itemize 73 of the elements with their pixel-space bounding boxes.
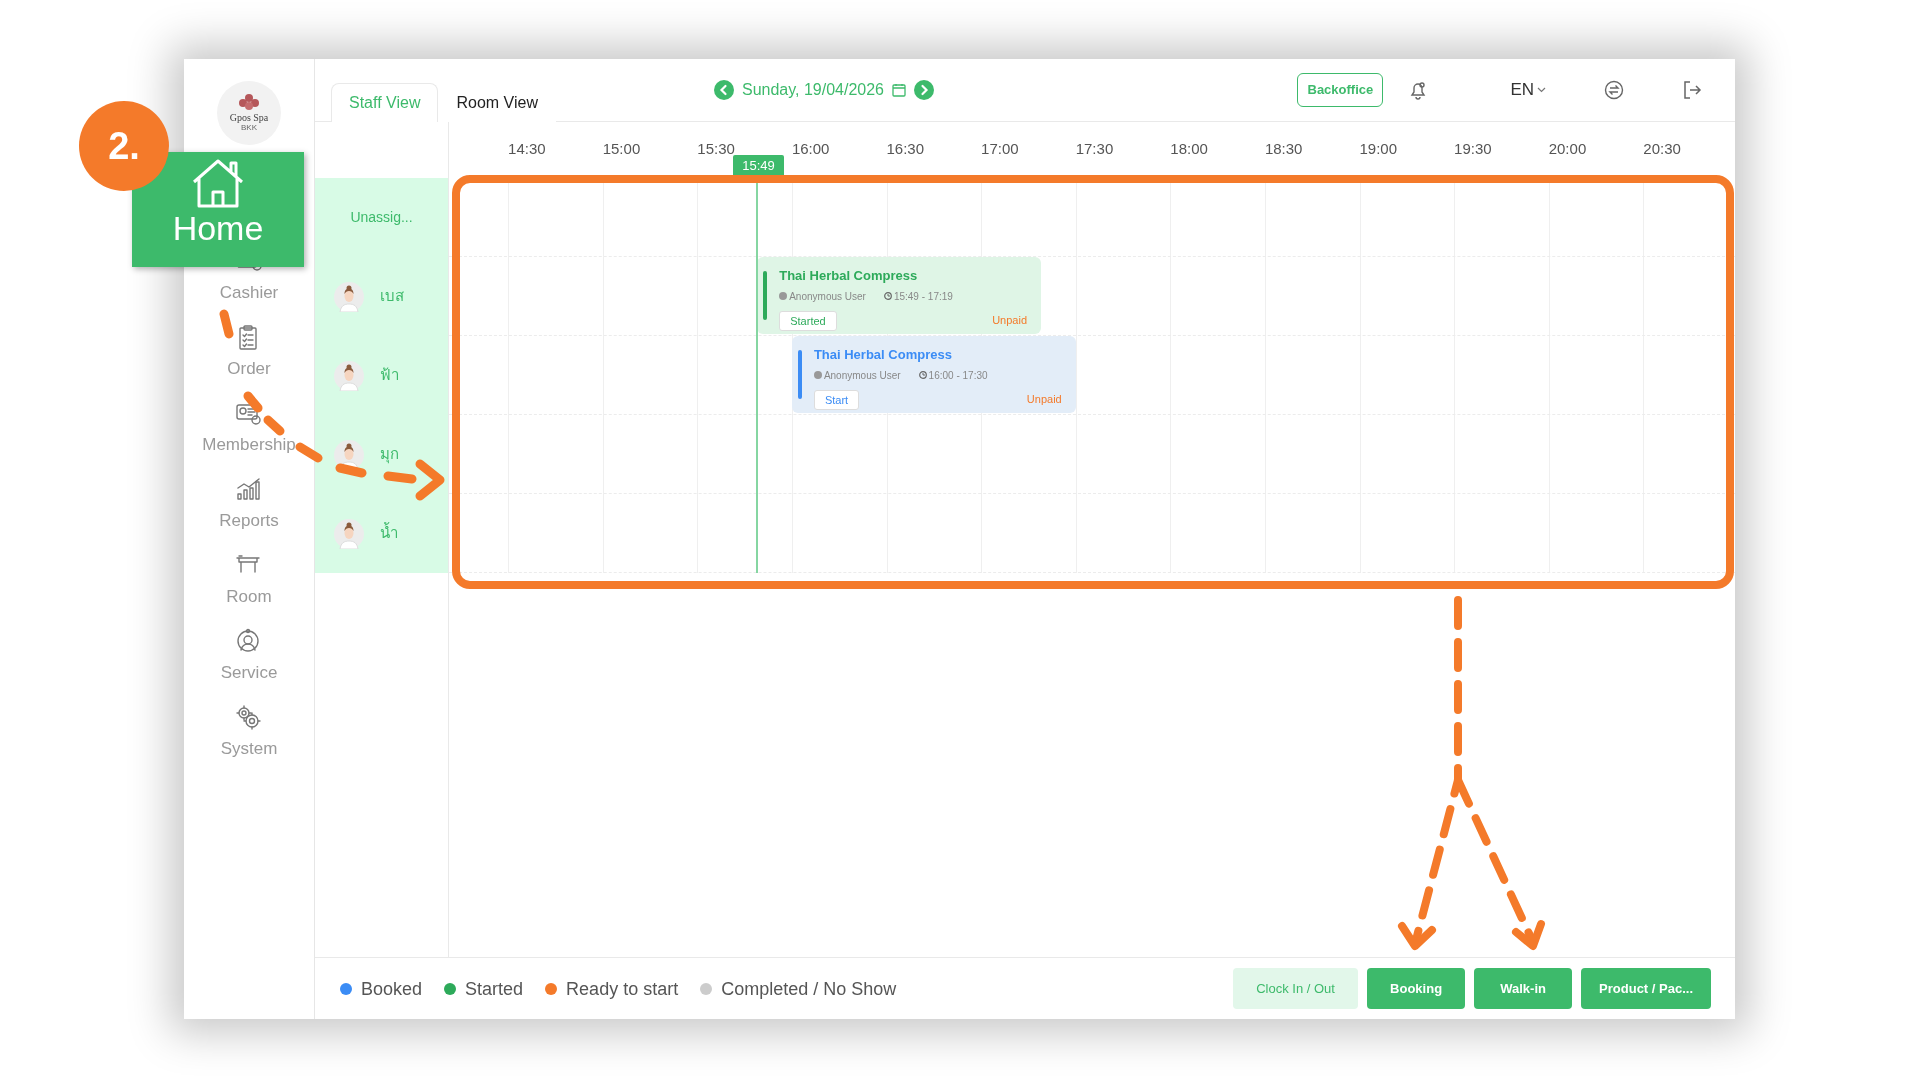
clock-icon — [918, 371, 927, 379]
sidebar-item-label[interactable]: Order — [227, 356, 271, 382]
payment-status: Unpaid — [992, 312, 1027, 328]
step-badge: 2. — [79, 101, 169, 191]
booking-title: Thai Herbal Compress — [779, 267, 919, 285]
current-time-marker: 15:49 — [733, 155, 784, 177]
time-label: 20:00 — [1548, 140, 1587, 158]
time-label: 18:30 — [1264, 140, 1303, 158]
language-selector[interactable]: EN — [1510, 77, 1546, 103]
time-label: 17:00 — [981, 140, 1019, 158]
swap-icon[interactable] — [1604, 80, 1624, 100]
legend-label: Started — [465, 977, 524, 1000]
gears-icon[interactable] — [235, 704, 263, 733]
status-button[interactable]: Start — [813, 389, 860, 410]
status-button[interactable]: Started — [779, 310, 837, 331]
avatar — [334, 439, 364, 470]
action-button[interactable]: Product / Pac... — [1581, 968, 1711, 1009]
status-bar — [763, 271, 768, 320]
sidebar-item-label[interactable]: Membership — [202, 432, 296, 458]
time-label: 16:00 — [791, 140, 830, 158]
unassigned-label: Unassig... — [350, 208, 413, 227]
logout-icon[interactable] — [1682, 80, 1702, 100]
language-label: EN — [1510, 79, 1534, 102]
time-label: 15:30 — [697, 140, 735, 158]
staff-name: มุก — [380, 444, 399, 466]
action-button[interactable]: Booking — [1367, 968, 1466, 1009]
user-dot-icon — [779, 292, 788, 300]
time-label: 19:00 — [1359, 140, 1398, 158]
time-label: 19:30 — [1454, 140, 1492, 158]
tab[interactable]: Staff View — [331, 83, 439, 122]
staff-name: ฟ้า — [380, 365, 399, 386]
backoffice-button[interactable]: Backoffice — [1297, 73, 1384, 107]
sidebar-item-label[interactable]: Room — [226, 584, 272, 610]
avatar — [334, 360, 364, 391]
action-button[interactable]: Clock In / Out — [1233, 968, 1359, 1009]
user-dot-icon — [813, 371, 822, 379]
time-label: 14:30 — [508, 140, 546, 158]
status-bar — [797, 350, 802, 399]
action-button[interactable]: Walk-in — [1474, 968, 1573, 1009]
legend-label: Booked — [361, 977, 423, 1000]
sidebar-item-label[interactable]: Reports — [219, 508, 279, 534]
sidebar-item-label[interactable]: System — [220, 736, 278, 762]
booking-time: 16:00 - 17:30 — [918, 367, 988, 383]
time-label: 17:30 — [1075, 140, 1114, 158]
booking-time: 15:49 - 17:19 — [883, 288, 953, 304]
time-label: 18:00 — [1170, 140, 1208, 158]
clock-icon — [883, 292, 892, 300]
next-icon[interactable] — [914, 80, 934, 100]
avatar — [334, 518, 364, 549]
customer-name: Anonymous User — [779, 288, 866, 304]
avatar — [334, 281, 364, 312]
staff-name: เบส — [380, 286, 404, 307]
legend-label: Completed / No Show — [721, 977, 897, 1000]
callout-label: Home — [172, 208, 264, 248]
time-label: 20:30 — [1643, 140, 1681, 158]
previous-icon[interactable] — [713, 80, 734, 100]
staff-name: น้ำ — [380, 522, 398, 544]
time-label: 16:30 — [886, 140, 925, 158]
booking-card[interactable]: Thai Herbal Compress Anonymous User 16:00 - 17:30 Start Unpaid — [791, 336, 1076, 413]
logo-subtext: BKK — [241, 123, 257, 133]
caret-icon — [1537, 87, 1546, 93]
customer-name: Anonymous User — [813, 367, 901, 383]
home-icon — [191, 158, 245, 208]
sidebar-item-label[interactable]: Service — [220, 660, 278, 686]
date-label[interactable]: Sunday, 19/04/2026 — [741, 78, 884, 102]
logo-text: Gpos Spa — [229, 113, 269, 124]
time-label: 15:00 — [602, 140, 641, 158]
calendar-icon[interactable] — [892, 83, 906, 97]
sidebar-item-label[interactable]: Cashier — [219, 280, 279, 306]
booking-card[interactable]: Thai Herbal Compress Anonymous User 15:49 - 17:19 Started Unpaid — [757, 257, 1041, 334]
legend-label: Ready to start — [566, 977, 679, 1000]
payment-status: Unpaid — [1026, 391, 1062, 407]
booking-title: Thai Herbal Compress — [813, 346, 953, 364]
